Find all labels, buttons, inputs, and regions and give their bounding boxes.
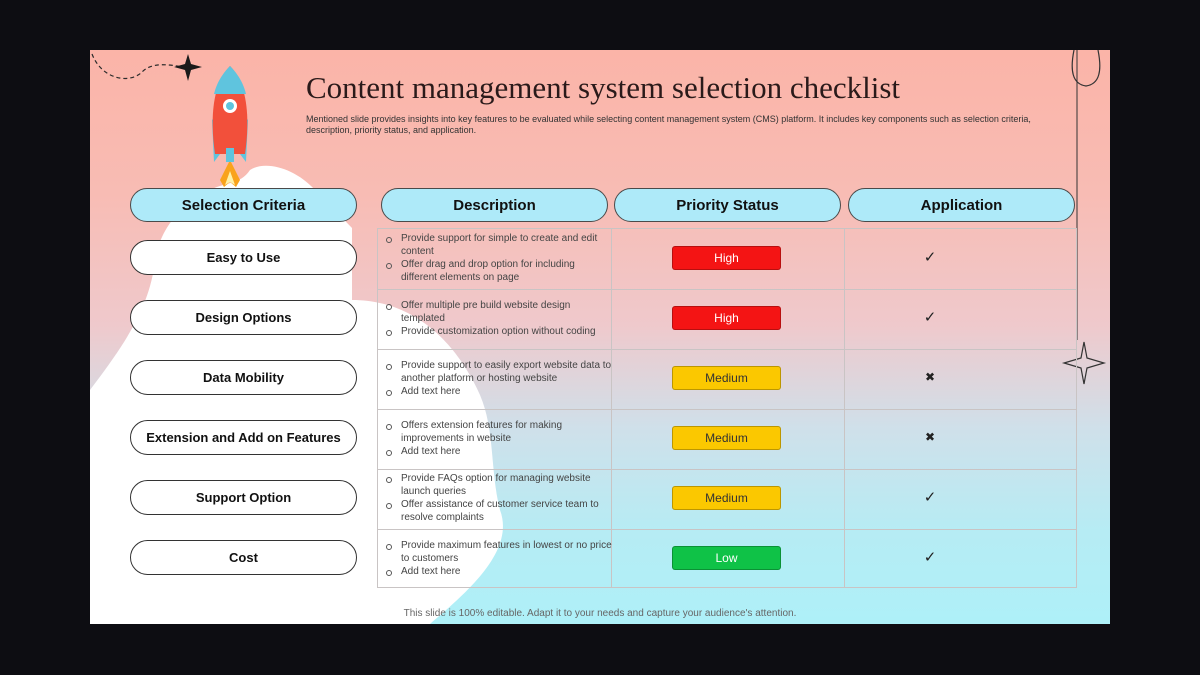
description-item: Offer assistance of customer service tea… (382, 498, 612, 524)
slide: Content management system selection chec… (90, 50, 1110, 624)
page-subtitle: Mentioned slide provides insights into k… (306, 114, 1031, 135)
page-title: Content management system selection chec… (306, 70, 901, 105)
description-list: Offer multiple pre build website design … (382, 288, 612, 348)
check-icon: ✓ (923, 248, 937, 266)
sparkle-icon (174, 54, 202, 81)
check-icon: ✓ (923, 548, 937, 566)
priority-badge-high: High (672, 306, 781, 330)
criteria-pill: Easy to Use (130, 240, 357, 275)
check-icon: ✓ (923, 488, 937, 506)
description-item: Offers extension features for making imp… (382, 419, 612, 445)
footer-note: This slide is 100% editable. Adapt it to… (403, 608, 797, 619)
description-item: Offer drag and drop option for including… (382, 258, 612, 284)
priority-badge-low: Low (672, 546, 781, 570)
priority-badge-medium: Medium (672, 426, 781, 450)
rocket-icon (212, 66, 248, 187)
priority-badge-medium: Medium (672, 366, 781, 390)
criteria-pill: Extension and Add on Features (130, 420, 357, 455)
description-item: Offer multiple pre build website design … (382, 299, 612, 325)
description-item: Add text here (382, 385, 612, 398)
criteria-pill: Design Options (130, 300, 357, 335)
description-list: Offers extension features for making imp… (382, 408, 612, 468)
description-item: Provide support for simple to create and… (382, 232, 612, 258)
check-icon: ✓ (923, 308, 937, 326)
dashed-trail (91, 53, 189, 80)
priority-badge-high: High (672, 246, 781, 270)
criteria-pill: Cost (130, 540, 357, 575)
description-list: Provide FAQs option for managing website… (382, 468, 612, 528)
priority-badge-medium: Medium (672, 486, 781, 510)
description-item: Provide FAQs option for managing website… (382, 472, 612, 498)
description-item: Provide customization option without cod… (382, 325, 612, 338)
description-item: Provide support to easily export website… (382, 359, 612, 385)
description-item: Provide maximum features in lowest or no… (382, 539, 612, 565)
cross-icon: ✖ (924, 430, 936, 444)
cross-icon: ✖ (924, 370, 936, 384)
criteria-pill: Support Option (130, 480, 357, 515)
hanging-loop (1071, 50, 1101, 87)
description-list: Provide maximum features in lowest or no… (382, 528, 612, 588)
description-list: Provide support for simple to create and… (382, 228, 612, 288)
header-description: Description (381, 188, 608, 222)
header-priority-status: Priority Status (614, 188, 841, 222)
header-application: Application (848, 188, 1075, 222)
criteria-pill: Data Mobility (130, 360, 357, 395)
description-item: Add text here (382, 445, 612, 458)
description-item: Add text here (382, 565, 612, 578)
header-selection-criteria: Selection Criteria (130, 188, 357, 222)
description-list: Provide support to easily export website… (382, 348, 612, 408)
